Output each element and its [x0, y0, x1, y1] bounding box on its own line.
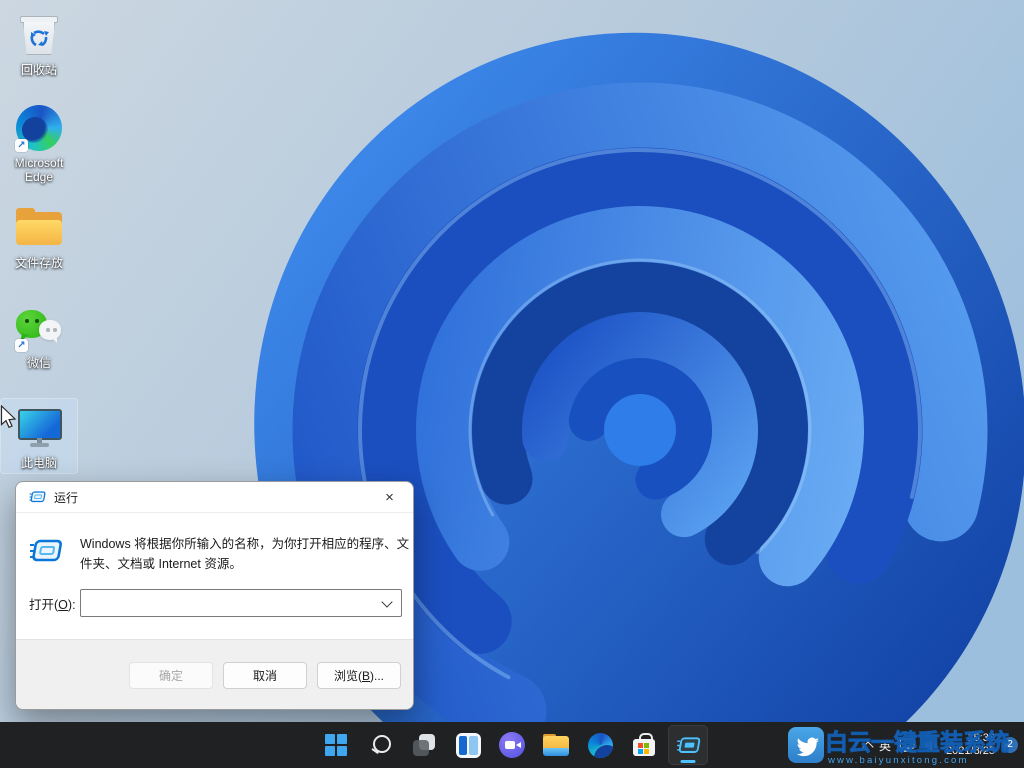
recycle-bin-icon [15, 10, 63, 60]
desktop-icon-label: 文件存放 [15, 256, 63, 270]
run-dialog: 运行 × Windows 将根据你所输入的名称，为你打开相应的程序、文件夹、文档… [15, 481, 414, 710]
volume-icon[interactable] [923, 737, 939, 753]
edge-icon [588, 733, 613, 758]
store-bag-icon [632, 733, 656, 757]
chat-button[interactable] [492, 725, 532, 765]
run-icon [27, 537, 63, 565]
desktop-icon-wechat[interactable]: ↗ 微信 [1, 299, 77, 373]
ok-button[interactable]: 确定 [129, 662, 213, 689]
run-description: Windows 将根据你所输入的名称，为你打开相应的程序、文件夹、文档或 Int… [80, 534, 412, 574]
open-label: 打开(O): [29, 594, 76, 613]
file-explorer-icon [543, 734, 569, 756]
tray-date: 2021/8/25 [946, 745, 995, 758]
active-app-indicator [681, 760, 696, 763]
notification-badge[interactable]: 2 [1002, 737, 1018, 753]
this-pc-icon [15, 403, 63, 453]
taskbar-center [314, 722, 710, 768]
start-button[interactable] [316, 725, 356, 765]
desktop-screen: 回收站 ↗ Microsoft Edge 文件存放 ↗ 微信 [0, 0, 1024, 768]
run-icon [675, 735, 701, 756]
widgets-icon [456, 733, 481, 758]
run-dialog-footer: 确定 取消 浏览(B)... [16, 639, 413, 709]
folder-icon [15, 203, 63, 253]
open-input[interactable] [81, 590, 383, 616]
run-dialog-titlebar[interactable]: 运行 × [16, 482, 413, 513]
store-button[interactable] [624, 725, 664, 765]
network-ethernet-icon[interactable] [898, 737, 916, 753]
edge-icon: ↗ [15, 103, 63, 153]
chat-camera-icon [499, 732, 525, 758]
hidden-icons-chevron-icon[interactable] [862, 741, 873, 752]
wechat-icon: ↗ [15, 303, 63, 353]
search-icon [368, 733, 392, 757]
desktop-icon-label: Microsoft Edge [2, 156, 76, 184]
task-view-icon [412, 733, 436, 757]
cancel-button[interactable]: 取消 [223, 662, 307, 689]
run-icon [28, 490, 46, 504]
close-icon[interactable]: × [367, 482, 412, 511]
browse-button[interactable]: 浏览(B)... [317, 662, 401, 689]
task-view-button[interactable] [404, 725, 444, 765]
tray-time: 15:33 [967, 732, 995, 745]
desktop-icon-recycle-bin[interactable]: 回收站 [1, 6, 77, 80]
mouse-cursor [0, 405, 18, 429]
clock[interactable]: 15:33 2021/8/25 [946, 732, 995, 758]
taskbar: 英 15:33 2021/8/25 2 [0, 722, 1024, 768]
run-app-button[interactable] [668, 725, 708, 765]
desktop-icon-label: 此电脑 [21, 456, 57, 470]
desktop-icon-folder[interactable]: 文件存放 [1, 199, 77, 273]
widgets-button[interactable] [448, 725, 488, 765]
ime-indicator[interactable]: 英 [879, 737, 891, 754]
system-tray: 英 15:33 2021/8/25 2 [864, 722, 1018, 768]
desktop-icon-label: 微信 [27, 356, 51, 370]
dialog-title: 运行 [54, 489, 78, 506]
windows-logo-icon [325, 734, 347, 756]
desktop-icon-edge[interactable]: ↗ Microsoft Edge [1, 99, 77, 187]
desktop-icon-label: 回收站 [21, 63, 57, 77]
chevron-down-icon[interactable] [381, 596, 392, 607]
run-dialog-body: Windows 将根据你所输入的名称，为你打开相应的程序、文件夹、文档或 Int… [16, 513, 413, 639]
open-combobox [80, 589, 402, 617]
shortcut-arrow-icon: ↗ [15, 139, 28, 152]
shortcut-arrow-icon: ↗ [15, 339, 28, 352]
edge-button[interactable] [580, 725, 620, 765]
search-button[interactable] [360, 725, 400, 765]
file-explorer-button[interactable] [536, 725, 576, 765]
